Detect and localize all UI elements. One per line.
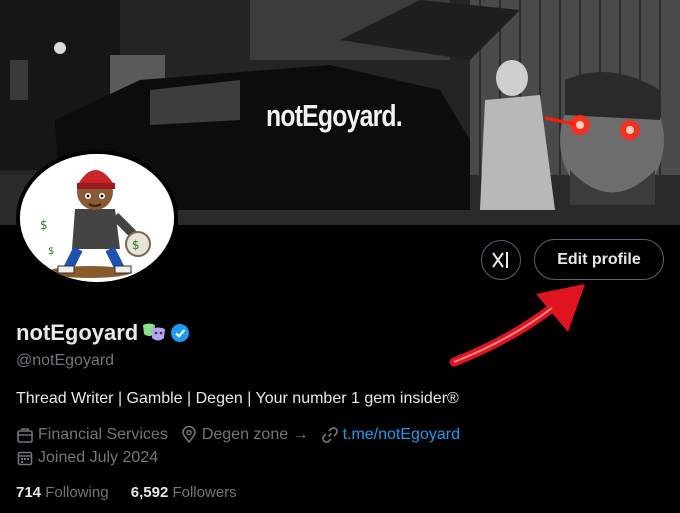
joined-row: Joined July 2024 [16,449,170,467]
followers-label: Followers [172,484,237,501]
joined-item: Joined July 2024 [16,449,158,467]
following-count: 714 [16,484,42,501]
display-name: notEgoyard [16,320,139,345]
joined-label: Joined July 2024 [38,449,159,466]
briefcase-icon [17,428,33,443]
grok-icon [492,252,508,268]
masks-emoji-icon [143,323,166,341]
name-row: notEgoyard [16,320,190,346]
svg-text:$: $ [40,218,48,232]
following-label: Following [45,484,109,501]
category-item: Financial Services [16,426,168,444]
followers-link[interactable]: 6,592 Followers [131,484,255,501]
following-link[interactable]: 714 Following [16,484,131,501]
svg-text:$: $ [132,238,140,252]
bio: Thread Writer | Gamble | Degen | Your nu… [16,390,459,407]
location-label: Degen zone → [201,426,309,443]
profile-meta: Financial Services Degen zone → t.me/not… [16,426,472,444]
avatar-cartoon-image: $ $ $ [20,154,174,282]
location-item: Degen zone → [180,426,309,444]
location-pin-icon [182,426,196,444]
link-icon [321,427,338,443]
category-label: Financial Services [38,426,168,443]
grok-button[interactable] [481,240,521,280]
edit-profile-button[interactable]: Edit profile [534,239,664,280]
verified-badge-icon[interactable] [170,323,190,343]
website-link[interactable]: t.me/notEgoyard [343,426,460,444]
website-item: t.me/notEgoyard [321,426,460,444]
calendar-icon [17,451,33,466]
followers-count: 6,592 [130,484,169,501]
follow-stats: 714 Following 6,592 Followers [16,484,255,501]
handle: @notEgoyard [16,352,115,369]
avatar[interactable]: $ $ $ [16,150,178,286]
svg-text:$: $ [48,246,54,257]
red-arrow-annotation [449,284,585,367]
banner-title: notEgoyard. [266,98,403,133]
